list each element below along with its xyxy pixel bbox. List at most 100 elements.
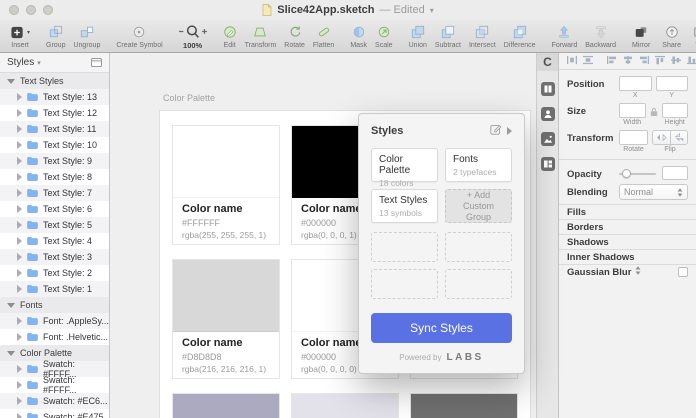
disclosure-closed-icon[interactable] [17, 253, 22, 261]
align-center-horizontal-icon[interactable] [622, 55, 634, 68]
toolbar-group-button[interactable]: Group [46, 24, 65, 49]
toolbar-rotate-button[interactable]: Rotate [284, 24, 305, 49]
sidebar-item-text-style-2[interactable]: Text Style: 2 [0, 265, 109, 281]
sidebar-item-text-style-6[interactable]: Text Style: 6 [0, 201, 109, 217]
sidebar-item-text-style-3[interactable]: Text Style: 3 [0, 249, 109, 265]
section-inner-shadows[interactable]: Inner Shadows [559, 249, 696, 264]
disclosure-closed-icon[interactable] [17, 381, 22, 389]
sidebar-item-font-applesy[interactable]: Font: .AppleSy... [0, 313, 109, 329]
toolbar-union-button[interactable]: Union [409, 24, 427, 49]
lock-ratio-icon[interactable] [650, 103, 658, 117]
blur-type-stepper-icon[interactable] [635, 266, 641, 278]
panel-toggle-icon[interactable] [91, 58, 102, 67]
section-shadows[interactable]: Shadows [559, 234, 696, 249]
canvas[interactable]: Color Palette Color name #FFFFFF rgba(255,… [110, 53, 536, 418]
sidebar-header-caret-icon[interactable]: ▾ [37, 59, 41, 67]
color-card[interactable] [410, 393, 518, 418]
align-middle-vertical-icon[interactable] [670, 55, 682, 68]
color-card[interactable]: Color name #FFFFFF rgba(255, 255, 255, 1) [172, 125, 280, 245]
disclosure-closed-icon[interactable] [17, 173, 22, 181]
position-y-input[interactable] [655, 76, 688, 91]
toolbar-create-symbol-button[interactable]: Create Symbol [116, 24, 163, 49]
sidebar-group-fonts[interactable]: Fonts [0, 297, 109, 313]
align-right-icon[interactable] [638, 55, 650, 68]
sidebar-item-swatch-ffff[interactable]: Swatch: #FFFF... [0, 375, 109, 395]
disclosure-open-icon[interactable] [7, 350, 15, 356]
sidebar-item-text-style-12[interactable]: Text Style: 12 [0, 105, 109, 121]
disclosure-open-icon[interactable] [7, 78, 15, 84]
toolbar-forward-button[interactable]: Forward [552, 24, 577, 49]
title-proxy-caret-icon[interactable]: ▾ [430, 6, 434, 15]
sidebar-item-text-style-9[interactable]: Text Style: 9 [0, 153, 109, 169]
disclosure-closed-icon[interactable] [17, 157, 22, 165]
align-left-icon[interactable] [606, 55, 618, 68]
popup-expand-chevron-icon[interactable] [507, 127, 512, 135]
opacity-slider[interactable] [619, 168, 656, 178]
disclosure-closed-icon[interactable] [17, 333, 22, 341]
sidebar-item-text-style-7[interactable]: Text Style: 7 [0, 185, 109, 201]
width-input[interactable] [619, 103, 646, 118]
sidebar-item-text-style-4[interactable]: Text Style: 4 [0, 233, 109, 249]
disclosure-closed-icon[interactable] [17, 365, 22, 373]
toolbar-scale-button[interactable]: Scale [375, 24, 393, 49]
toolbar-difference-button[interactable]: Difference [504, 24, 536, 49]
disclosure-closed-icon[interactable] [17, 189, 22, 197]
disclosure-closed-icon[interactable] [17, 93, 22, 101]
rotate-input[interactable] [619, 130, 648, 145]
sidebar-item-swatch-ec6[interactable]: Swatch: #EC6... [0, 393, 109, 409]
disclosure-closed-icon[interactable] [17, 413, 22, 418]
sidebar-item-text-style-13[interactable]: Text Style: 13 [0, 89, 109, 105]
toolbar-mirror-button[interactable]: Mirror [632, 24, 650, 49]
align-top-icon[interactable] [654, 55, 666, 68]
disclosure-closed-icon[interactable] [17, 285, 22, 293]
toolbar-transform-button[interactable]: Transform [245, 24, 276, 49]
disclosure-closed-icon[interactable] [17, 317, 22, 325]
opacity-slider-knob[interactable] [621, 168, 631, 178]
toolbar-edit-button[interactable]: Edit [223, 24, 237, 49]
zoom-window-button[interactable] [43, 5, 53, 15]
sidebar-item-text-style-8[interactable]: Text Style: 8 [0, 169, 109, 185]
sidebar-group-text-styles[interactable]: Text Styles [0, 73, 109, 89]
style-group-add-custom-group[interactable]: + Add Custom Group [445, 189, 512, 223]
gaussian-blur-checkbox[interactable] [678, 267, 688, 277]
craft-data-icon[interactable] [540, 107, 555, 121]
toolbar-mask-button[interactable]: Mask [350, 24, 367, 49]
section-borders[interactable]: Borders [559, 219, 696, 234]
disclosure-closed-icon[interactable] [17, 221, 22, 229]
craft-photos-icon[interactable] [540, 132, 555, 146]
edit-styles-icon[interactable] [490, 122, 502, 140]
align-bottom-icon[interactable] [686, 55, 696, 68]
disclosure-closed-icon[interactable] [17, 269, 22, 277]
toolbar-ungroup-button[interactable]: Ungroup [73, 24, 100, 49]
toolbar-intersect-button[interactable]: Intersect [469, 24, 496, 49]
sync-styles-button[interactable]: Sync Styles [371, 313, 512, 343]
style-group-text-styles[interactable]: Text Styles 13 symbols [371, 189, 438, 223]
toolbar-share-button[interactable]: Share [662, 24, 681, 49]
distribute-horizontally-icon[interactable] [566, 55, 578, 68]
section-gaussian-blur[interactable]: Gaussian Blur [559, 264, 696, 279]
color-card[interactable] [172, 393, 280, 418]
artboard-label[interactable]: Color Palette [163, 93, 215, 103]
craft-logo-icon[interactable]: C [536, 53, 559, 71]
section-fills[interactable]: Fills [559, 204, 696, 219]
disclosure-open-icon[interactable] [7, 302, 15, 308]
craft-library-icon[interactable] [540, 157, 555, 171]
craft-duplicate-icon[interactable] [540, 82, 555, 96]
position-x-input[interactable] [619, 76, 652, 91]
sidebar-item-text-style-11[interactable]: Text Style: 11 [0, 121, 109, 137]
toolbar-100-button[interactable]: 100% [178, 23, 207, 50]
blending-select[interactable]: Normal [619, 184, 688, 200]
disclosure-closed-icon[interactable] [17, 397, 22, 405]
style-group-color-palette[interactable]: Color Palette 18 colors [371, 148, 438, 188]
disclosure-closed-icon[interactable] [17, 237, 22, 245]
disclosure-closed-icon[interactable] [17, 141, 22, 149]
sidebar-item-text-style-1[interactable]: Text Style: 1 [0, 281, 109, 297]
flip-horizontal-button[interactable] [653, 131, 670, 144]
sidebar-item-swatch-e475[interactable]: Swatch: #E475 [0, 409, 109, 418]
height-input[interactable] [661, 103, 688, 118]
color-card[interactable] [291, 393, 399, 418]
toolbar-subtract-button[interactable]: Subtract [435, 24, 461, 49]
disclosure-closed-icon[interactable] [17, 125, 22, 133]
disclosure-closed-icon[interactable] [17, 205, 22, 213]
style-group-fonts[interactable]: Fonts 2 typefaces [445, 148, 512, 182]
